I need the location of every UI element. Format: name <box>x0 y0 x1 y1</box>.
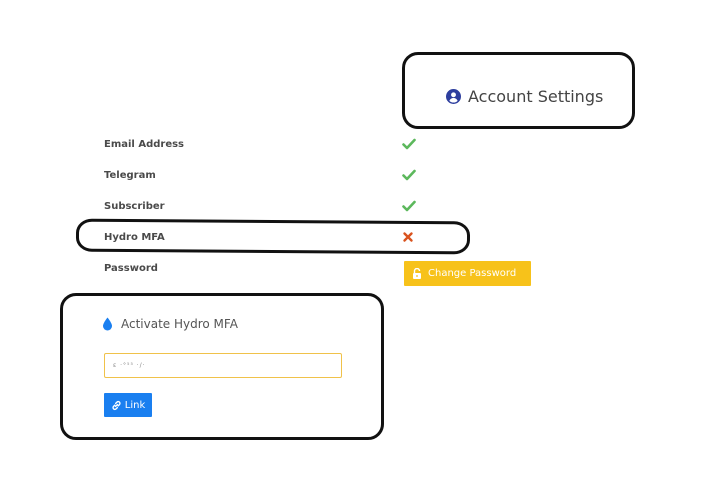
link-icon <box>111 400 122 411</box>
change-password-label: Change Password <box>428 268 517 279</box>
activate-mfa-title: Activate Hydro MFA <box>102 317 238 331</box>
change-password-button[interactable]: Change Password <box>404 261 531 286</box>
page-title-text: Account Settings <box>468 87 604 106</box>
status-row-hydro-mfa: Hydro MFA <box>104 229 434 247</box>
check-icon <box>402 200 418 214</box>
status-row-label: Telegram <box>104 170 156 181</box>
status-row-label: Subscriber <box>104 201 165 212</box>
hydro-id-input[interactable] <box>104 353 342 378</box>
status-row-email: Email Address <box>104 136 434 154</box>
unlock-icon <box>412 268 422 279</box>
status-row-subscriber: Subscriber <box>104 198 434 216</box>
status-row-password: Password <box>104 260 434 278</box>
page-title: Account Settings <box>446 87 603 106</box>
status-row-label: Hydro MFA <box>104 232 165 243</box>
status-row-telegram: Telegram <box>104 167 434 185</box>
x-icon <box>402 231 418 245</box>
check-icon <box>402 138 418 152</box>
droplet-icon <box>102 317 113 331</box>
activate-mfa-title-text: Activate Hydro MFA <box>121 317 238 331</box>
link-button[interactable]: Link <box>104 393 152 417</box>
user-circle-icon <box>446 89 461 104</box>
link-button-label: Link <box>124 399 146 411</box>
status-row-label: Email Address <box>104 139 185 150</box>
status-row-label: Password <box>104 263 158 274</box>
check-icon <box>402 169 418 183</box>
account-settings-page: Account Settings Email Address Telegram … <box>0 0 710 483</box>
